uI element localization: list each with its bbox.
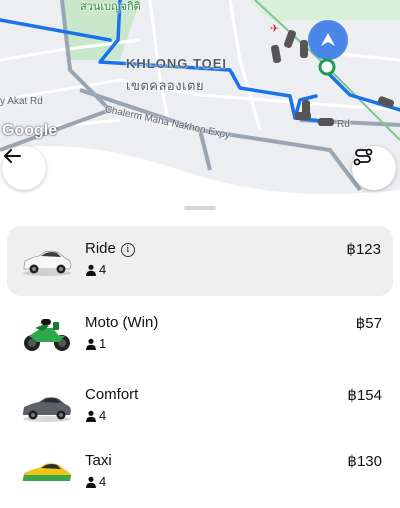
person-icon (86, 410, 96, 422)
back-button[interactable] (2, 146, 46, 190)
svg-text:✈: ✈ (270, 22, 279, 35)
ride-price: ฿57 (355, 315, 382, 332)
ride-price: ฿154 (347, 387, 382, 404)
seat-count: 4 (85, 262, 106, 277)
person-icon (86, 338, 96, 350)
map-view[interactable]: ✈ KHLONG TOEI เขตคลองเตย สวนเบญจกิติ Cha… (0, 0, 400, 215)
route-options-icon (353, 148, 373, 166)
ride-price: ฿123 (346, 241, 381, 258)
district-label-en: KHLONG TOEI (126, 56, 228, 71)
seat-count: 4 (85, 408, 106, 423)
seat-count-value: 4 (99, 474, 107, 489)
place-label-top: สวนเบญจกิติ (80, 1, 141, 13)
person-icon (86, 264, 96, 276)
ride-option-name: Moto (Win) (85, 314, 159, 331)
ride-option-name: Comfort (85, 386, 139, 403)
person-icon (86, 476, 96, 488)
seat-count: 4 (85, 474, 106, 489)
route-options-button[interactable] (352, 146, 396, 190)
seat-count: 1 (85, 336, 106, 351)
ride-option-ride[interactable]: Ride i 4 ฿123 (7, 226, 393, 296)
ride-option-comfort[interactable]: Comfort 4 ฿154 (0, 372, 400, 442)
arrow-left-icon (4, 149, 21, 163)
sedan-gray-icon (23, 397, 71, 422)
sheet-drag-handle[interactable] (184, 206, 216, 210)
ride-option-moto[interactable]: Moto (Win) 1 ฿57 (0, 300, 400, 370)
ride-option-name: Ride i (85, 240, 135, 257)
google-logo: Google (2, 122, 58, 139)
seat-count-value: 4 (99, 408, 107, 423)
district-label-th: เขตคลองเตย (126, 78, 205, 93)
seat-count-value: 4 (99, 262, 107, 277)
info-icon[interactable]: i (120, 243, 135, 257)
ride-option-name: Taxi (85, 452, 112, 469)
ride-option-taxi[interactable]: Taxi 4 ฿130 (0, 438, 400, 508)
ride-price: ฿130 (347, 453, 382, 470)
ride-options-sheet[interactable]: Ride i 4 ฿123 Moto (Win) 1 ฿57 Comfort 4… (0, 198, 400, 500)
taxi-yellow-green-icon (23, 463, 71, 481)
seat-count-value: 1 (99, 336, 107, 351)
ride-name-text: Ride (85, 240, 116, 257)
map-canvas: ✈ (0, 0, 400, 215)
motorbike-green-icon (24, 319, 70, 351)
road-label-akat: y Akat Rd (0, 96, 43, 107)
sedan-white-icon (23, 250, 72, 276)
road-label-rd: Rd (337, 119, 350, 130)
